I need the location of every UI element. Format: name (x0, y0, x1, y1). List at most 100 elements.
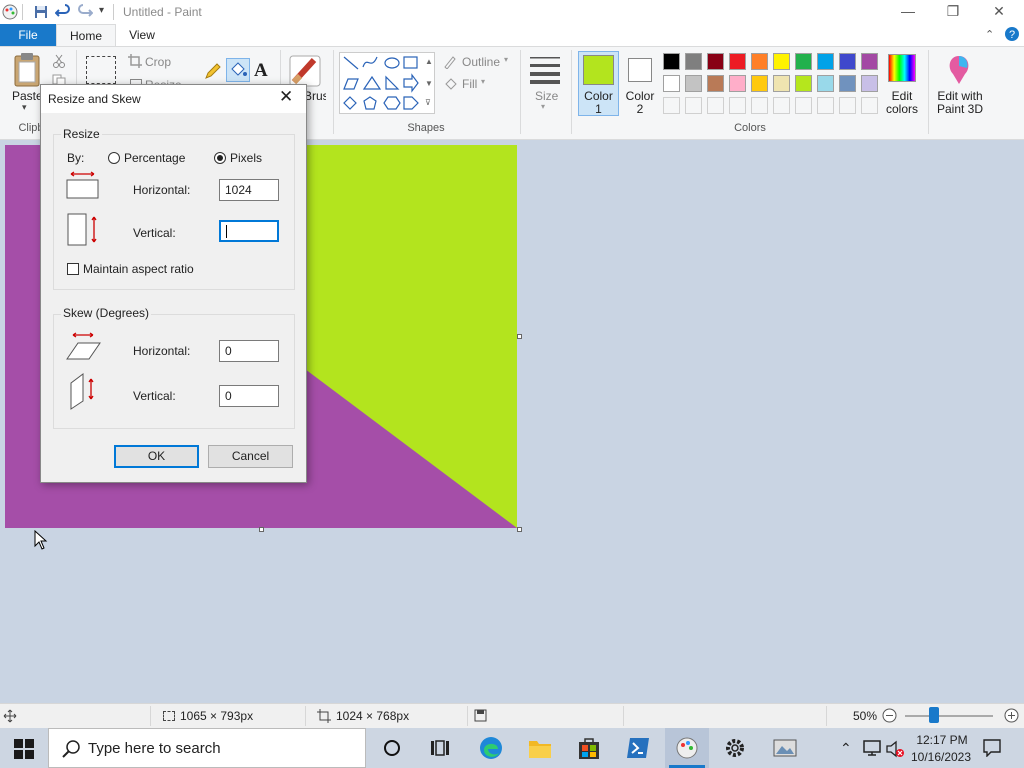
paint-3d-icon[interactable] (945, 54, 973, 86)
select-icon[interactable] (86, 56, 116, 84)
clock-date[interactable]: 10/16/2023 (906, 750, 976, 764)
palette-swatch[interactable] (685, 75, 702, 92)
resize-vertical-input[interactable] (219, 220, 279, 242)
edit-with-paint3d-button[interactable]: Edit with (934, 89, 986, 103)
fill-icon[interactable] (443, 77, 457, 91)
paste-dropdown-icon[interactable]: ▾ (22, 102, 27, 113)
shapes-scroll-down-icon[interactable]: ▼ (425, 79, 433, 88)
notifications-icon[interactable] (983, 739, 1001, 757)
palette-custom-slot[interactable] (729, 97, 746, 114)
shapes-gallery[interactable] (339, 52, 435, 114)
ok-button[interactable]: OK (114, 445, 199, 468)
percentage-radio[interactable] (108, 152, 120, 164)
network-icon[interactable] (862, 740, 882, 756)
palette-swatch[interactable] (795, 53, 812, 70)
palette-swatch[interactable] (707, 75, 724, 92)
palette-swatch[interactable] (839, 75, 856, 92)
outline-dropdown-icon[interactable]: ▾ (504, 55, 508, 64)
settings-gear-icon[interactable] (724, 737, 746, 759)
palette-custom-slot[interactable] (707, 97, 724, 114)
save-icon[interactable] (33, 4, 49, 20)
crop-icon[interactable] (128, 54, 142, 68)
palette-swatch[interactable] (861, 53, 878, 70)
edit-colors-button[interactable]: Edit (880, 89, 924, 103)
palette-swatch[interactable] (861, 75, 878, 92)
customize-quick-access-icon[interactable]: ▾ (99, 5, 104, 16)
size-button[interactable]: Size (535, 89, 558, 103)
zoom-slider-thumb[interactable] (929, 707, 940, 723)
canvas-resize-handle-right[interactable] (517, 334, 522, 339)
palette-custom-slot[interactable] (663, 97, 680, 114)
restore-button[interactable]: ❐ (930, 0, 976, 24)
maintain-aspect-checkbox[interactable] (67, 263, 79, 275)
edge-browser-icon[interactable] (479, 736, 503, 760)
outline-button[interactable]: Outline (462, 55, 500, 69)
brushes-icon[interactable] (288, 52, 322, 88)
show-hidden-icons[interactable]: ⌃ (840, 740, 852, 757)
resize-horizontal-input[interactable]: 1024 (219, 179, 279, 201)
help-icon[interactable]: ? (1004, 26, 1020, 42)
taskbar-paint-active[interactable] (665, 728, 709, 768)
palette-swatch[interactable] (685, 53, 702, 70)
brushes-button[interactable]: Brushes (304, 89, 326, 103)
zoom-in-icon[interactable] (1004, 708, 1019, 723)
palette-swatch[interactable] (817, 75, 834, 92)
pixels-label[interactable]: Pixels (230, 151, 262, 165)
palette-swatch[interactable] (729, 75, 746, 92)
palette-swatch[interactable] (707, 53, 724, 70)
fill-tool-button[interactable] (226, 58, 250, 82)
skew-horizontal-input[interactable]: 0 (219, 340, 279, 362)
maintain-aspect-label[interactable]: Maintain aspect ratio (83, 262, 194, 276)
crop-button[interactable]: Crop (145, 55, 171, 69)
palette-swatch[interactable] (751, 53, 768, 70)
palette-swatch[interactable] (751, 75, 768, 92)
redo-icon[interactable] (77, 4, 93, 20)
pixels-radio[interactable] (214, 152, 226, 164)
dialog-close-icon[interactable]: ✕ (279, 87, 293, 107)
tab-file[interactable]: File (0, 24, 56, 46)
fill-button[interactable]: Fill (462, 77, 477, 91)
photos-app-icon[interactable] (773, 737, 797, 759)
microsoft-store-icon[interactable] (578, 736, 600, 760)
size-dropdown-icon[interactable]: ▾ (541, 102, 545, 111)
palette-swatch[interactable] (795, 75, 812, 92)
size-icon[interactable] (528, 54, 562, 84)
fill-dropdown-icon[interactable]: ▾ (481, 77, 485, 86)
palette-swatch[interactable] (663, 53, 680, 70)
palette-swatch[interactable] (729, 53, 746, 70)
file-explorer-icon[interactable] (528, 737, 552, 759)
clock-time[interactable]: 12:17 PM (912, 733, 972, 747)
shapes-more-icon[interactable]: ⊽ (425, 98, 431, 107)
edit-colors-icon[interactable] (888, 54, 916, 82)
cut-icon[interactable] (52, 54, 66, 68)
palette-custom-slot[interactable] (795, 97, 812, 114)
color2-label[interactable]: Color (620, 89, 660, 103)
text-tool-icon[interactable]: A (254, 60, 268, 82)
taskbar-search-box[interactable]: Type here to search (48, 728, 366, 768)
skew-vertical-input[interactable]: 0 (219, 385, 279, 407)
paste-button[interactable]: Paste (12, 89, 43, 103)
palette-swatch[interactable] (663, 75, 680, 92)
palette-custom-slot[interactable] (839, 97, 856, 114)
palette-custom-slot[interactable] (817, 97, 834, 114)
cancel-button[interactable]: Cancel (208, 445, 293, 468)
minimize-button[interactable]: — (885, 0, 931, 24)
undo-icon[interactable] (55, 4, 71, 20)
canvas-resize-handle-corner[interactable] (517, 527, 522, 532)
zoom-slider-track[interactable] (905, 715, 993, 717)
palette-custom-slot[interactable] (685, 97, 702, 114)
palette-custom-slot[interactable] (773, 97, 790, 114)
percentage-label[interactable]: Percentage (124, 151, 185, 165)
palette-custom-slot[interactable] (751, 97, 768, 114)
palette-custom-slot[interactable] (861, 97, 878, 114)
pencil-icon[interactable] (204, 62, 222, 80)
palette-swatch[interactable] (773, 75, 790, 92)
collapse-ribbon-icon[interactable]: ⌃ (985, 28, 994, 41)
color2-swatch[interactable] (628, 58, 652, 82)
cortana-icon[interactable] (383, 739, 401, 757)
palette-swatch[interactable] (817, 53, 834, 70)
close-button[interactable]: ✕ (976, 0, 1022, 24)
windows-start-icon[interactable] (14, 739, 34, 759)
task-view-icon[interactable] (430, 739, 450, 757)
shapes-scroll-up-icon[interactable]: ▲ (425, 57, 433, 66)
